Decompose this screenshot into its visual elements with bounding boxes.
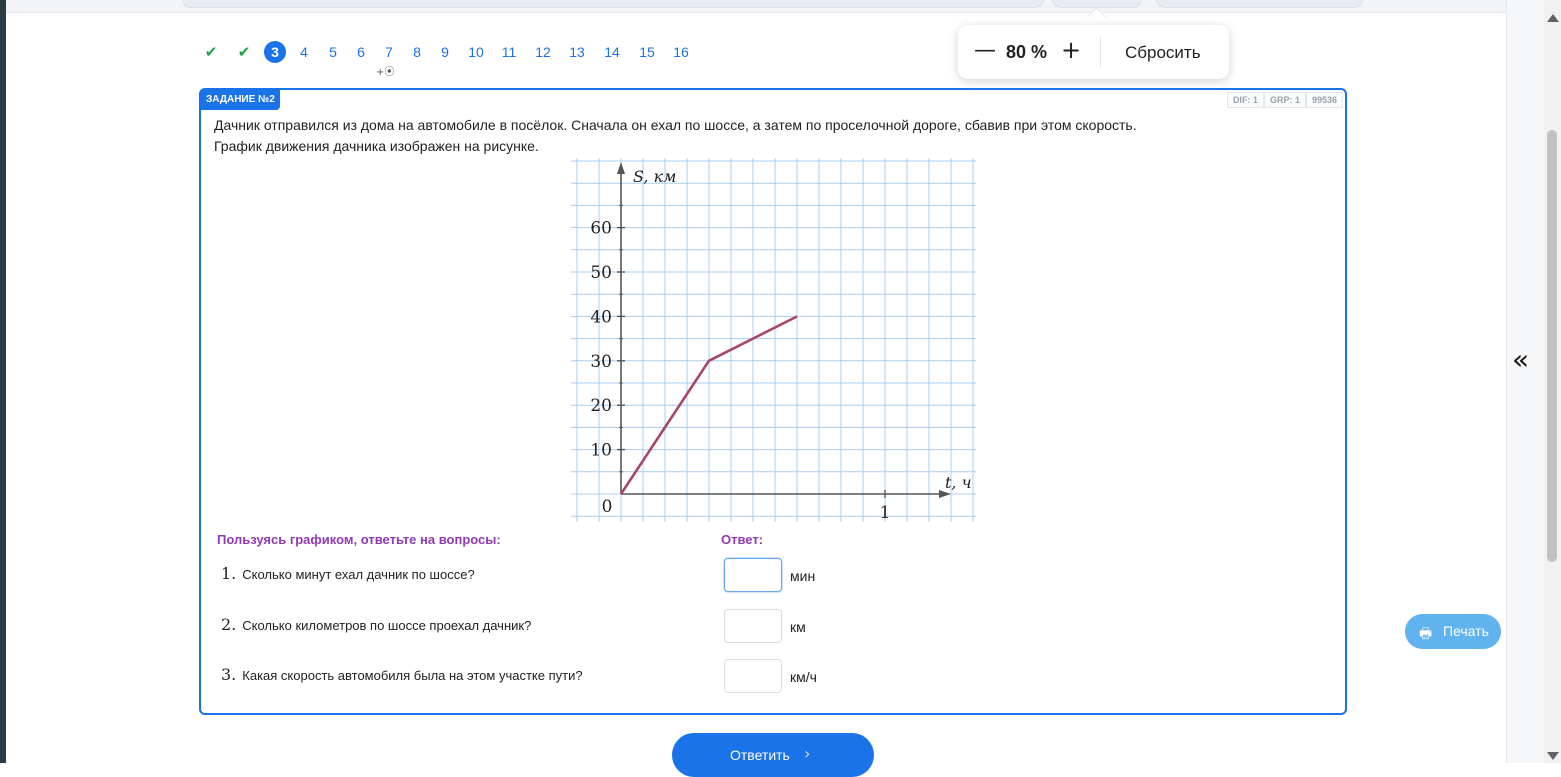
answer-1-input[interactable]: [724, 558, 782, 592]
print-label: Печать: [1443, 623, 1489, 639]
meta-task-id: 99536: [1305, 92, 1343, 108]
y-tick-label: 10: [590, 441, 612, 461]
x-axis-label: t, ч: [945, 473, 972, 492]
question-3: 3. Какая скорость автомобиля была на этом…: [221, 665, 583, 684]
graph-axes: [617, 162, 951, 498]
task-7-bonus-icon: +⦿: [376, 67, 395, 78]
top-pill-zoom[interactable]: [1052, 0, 1142, 8]
zoom-reset-button[interactable]: Сбросить: [1125, 43, 1201, 63]
questions-header: Пользуясь графиком, ответьте на вопросы:: [217, 532, 501, 547]
answer-3-input[interactable]: [724, 659, 782, 693]
top-pill-right[interactable]: [1156, 0, 1363, 8]
answer-2-input[interactable]: [724, 609, 782, 643]
printer-icon: 🖶: [1419, 626, 1433, 642]
y-tick-label: 60: [590, 219, 612, 239]
origin-label: 0: [602, 497, 613, 517]
submit-answer-button[interactable]: Ответить ›: [672, 733, 874, 777]
zoom-level: 80 %: [1006, 42, 1048, 62]
collapse-panel-icon[interactable]: «: [1512, 342, 1529, 378]
question-3-text: Какая скорость автомобиля была на этом у…: [242, 668, 583, 683]
task-meta: DIF: 1 GRP: 1 99536: [1226, 92, 1343, 108]
zoom-in-button[interactable]: +: [1061, 37, 1081, 63]
task-tag: ЗАДАНИЕ №2: [201, 90, 280, 110]
y-tick-label: 40: [590, 307, 612, 327]
print-button[interactable]: 🖶 Печать: [1405, 614, 1501, 649]
graph-ticks: [617, 204, 886, 498]
task-page-6[interactable]: 6: [355, 40, 367, 64]
task-done-2-check-icon[interactable]: ✔: [237, 40, 251, 64]
answer-2-unit: км: [790, 619, 806, 635]
x-tick-label: 1: [880, 503, 891, 522]
task-page-15[interactable]: 15: [637, 40, 657, 64]
y-axis-label: S, км: [633, 167, 676, 186]
top-toolbar: [6, 0, 1506, 13]
meta-difficulty: DIF: 1: [1226, 92, 1264, 108]
right-side-panel: [1506, 0, 1545, 763]
scroll-up-arrow-icon[interactable]: [1547, 14, 1559, 22]
zoom-popover: — 80 % + Сбросить: [958, 25, 1229, 79]
zoom-divider: [1100, 37, 1101, 67]
y-tick-label: 30: [590, 352, 612, 372]
answer-1-unit: мин: [790, 568, 816, 584]
task-page-10[interactable]: 10: [466, 40, 486, 64]
task-statement-line-1: Дачник отправился из дома на автомобиле …: [214, 117, 1137, 133]
task-card: ЗАДАНИЕ №2 DIF: 1 GRP: 1 99536 Дачник от…: [199, 88, 1347, 715]
zoom-out-button[interactable]: —: [974, 39, 996, 63]
meta-group: GRP: 1: [1263, 92, 1306, 108]
scroll-down-arrow-icon[interactable]: [1547, 752, 1559, 760]
task-statement-line-2: График движения дачника изображен на рис…: [214, 138, 539, 154]
chevron-right-icon: ›: [804, 744, 811, 763]
distance-time-graph: 10203040506010S, кмt, ч: [571, 158, 976, 522]
question-1: 1. Сколько минут ехал дачник по шоссе?: [221, 564, 475, 583]
left-edge-strip: [0, 0, 6, 763]
task-page-13[interactable]: 13: [567, 40, 587, 64]
task-page-4[interactable]: 4: [298, 40, 310, 64]
task-page-7[interactable]: 7: [383, 40, 395, 64]
submit-label: Ответить: [730, 747, 790, 763]
graph-grid: [571, 158, 976, 522]
task-statement: Дачник отправился из дома на автомобиле …: [214, 115, 1314, 157]
question-2-text: Сколько километров по шоссе проехал дачн…: [242, 618, 532, 633]
question-1-text: Сколько минут ехал дачник по шоссе?: [242, 567, 475, 582]
task-page-8[interactable]: 8: [411, 40, 423, 64]
graph-labels: 10203040506010S, кмt, ч: [590, 167, 971, 522]
question-2-number: 2.: [221, 615, 237, 634]
question-3-number: 3.: [221, 665, 237, 684]
y-tick-label: 20: [590, 396, 612, 416]
task-page-12[interactable]: 12: [533, 40, 553, 64]
answer-header: Ответ:: [721, 532, 764, 547]
question-2: 2. Сколько километров по шоссе проехал да…: [221, 615, 531, 634]
top-pill-main[interactable]: [182, 0, 1044, 8]
task-page-14[interactable]: 14: [602, 40, 622, 64]
task-done-1-check-icon[interactable]: ✔: [204, 40, 218, 64]
task-page-3-current[interactable]: 3: [264, 41, 286, 63]
task-page-11[interactable]: 11: [501, 40, 517, 64]
y-tick-label: 50: [590, 263, 612, 283]
question-1-number: 1.: [221, 564, 237, 583]
answer-3-unit: км/ч: [790, 669, 817, 685]
task-page-16[interactable]: 16: [671, 40, 691, 64]
task-page-5[interactable]: 5: [327, 40, 339, 64]
task-page-9[interactable]: 9: [439, 40, 451, 64]
y-axis-arrow-icon: [617, 162, 625, 174]
scrollbar-thumb[interactable]: [1547, 130, 1557, 562]
